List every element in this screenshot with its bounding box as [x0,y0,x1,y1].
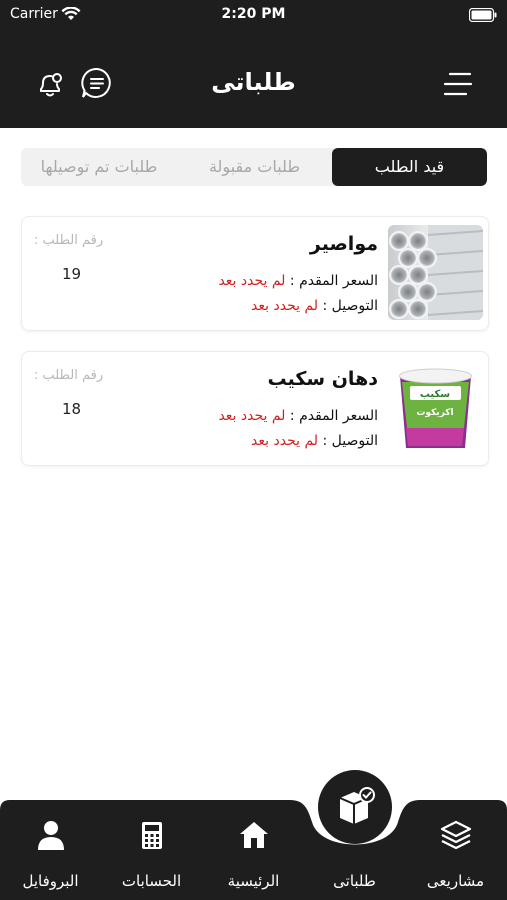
delivery-value: لم يحدد بعد [251,433,319,449]
delivery-label: التوصيل : [322,298,379,314]
svg-text:اكريكوت: اكريكوت [416,408,453,418]
nav-label-accounts: الحسابات [121,872,182,890]
delivery-row: التوصيل : لم يحدد بعد [251,433,378,449]
product-image-pipes [388,225,483,320]
tab-accepted[interactable]: طلبات مقبولة [177,148,332,186]
order-number-label: رقم الطلب : [34,368,104,383]
nav-item-accounts[interactable]: الحسابات [101,800,202,900]
price-label: السعر المقدم : [289,273,378,289]
nav-item-home[interactable]: الرئيسية [203,800,304,900]
price-value: لم يحدد بعد [218,408,286,424]
product-name: مواصير [309,233,378,255]
price-row: السعر المقدم : لم يحدد بعد [218,273,378,289]
delivery-row: التوصيل : لم يحدد بعد [251,298,378,314]
nav-label-home: الرئيسية [227,872,280,890]
order-number-label: رقم الطلب : [34,233,104,248]
nav-label-projects: مشاريعى [426,872,485,890]
calculator-icon [142,822,162,849]
home-icon [240,822,268,848]
order-number: 19 [62,265,82,283]
page-title: طلباتى [211,68,296,96]
top-app-bar: Carrier 2:20 PM طلباتى [0,0,507,128]
battery-icon [468,7,497,26]
status-time: 2:20 PM [221,6,286,22]
svg-text:سكيب: سكيب [420,389,450,400]
nav-item-orders[interactable]: طلباتى [304,800,405,900]
order-card[interactable]: مواصير السعر المقدم : لم يحدد بعد التوصي… [21,216,489,331]
order-status-tabs: طلبات تم توصيلها طلبات مقبولة قيد الطلب [21,148,487,186]
order-card[interactable]: سكيب اكريكوت دهان سكيب السعر المقدم : لم… [21,351,489,466]
nav-label-profile: البروفايل [22,872,79,890]
product-image-paint: سكيب اكريكوت [388,360,483,455]
tab-delivered[interactable]: طلبات تم توصيلها [21,148,177,186]
price-label: السعر المقدم : [289,408,378,424]
bottom-nav: البروفايل الحسابات الرئيسية طلباتى مشاري [0,800,507,900]
tab-pending[interactable]: قيد الطلب [332,148,487,186]
layers-icon [440,820,472,850]
menu-icon[interactable] [442,71,474,101]
price-row: السعر المقدم : لم يحدد بعد [218,408,378,424]
price-value: لم يحدد بعد [218,273,286,289]
delivery-value: لم يحدد بعد [251,298,319,314]
product-name: دهان سكيب [267,368,379,390]
order-number: 18 [62,400,82,418]
nav-label-orders: طلباتى [333,872,376,890]
nav-item-profile[interactable]: البروفايل [0,800,101,900]
nav-item-projects[interactable]: مشاريعى [405,800,506,900]
delivery-label: التوصيل : [322,433,379,449]
status-bar: Carrier 2:20 PM [0,0,507,30]
user-icon [38,821,64,850]
